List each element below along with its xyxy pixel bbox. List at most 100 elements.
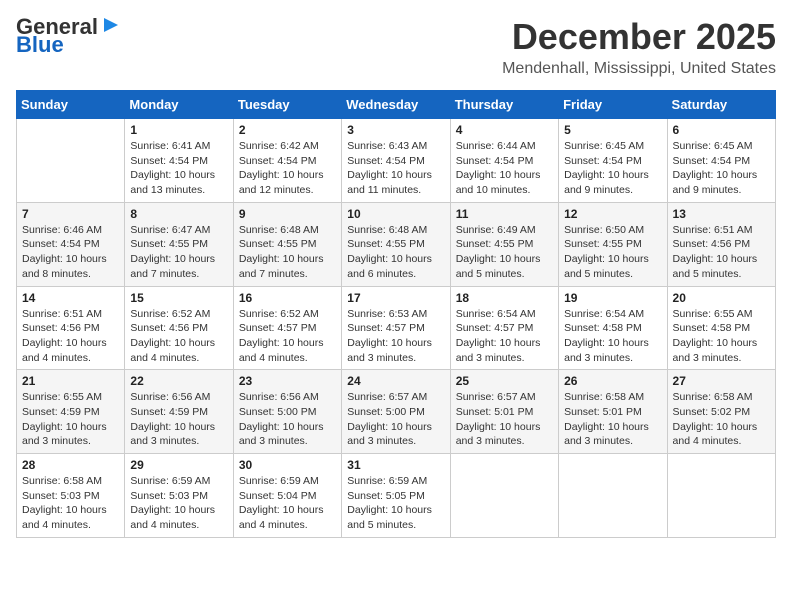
calendar-cell: 12Sunrise: 6:50 AM Sunset: 4:55 PM Dayli…	[559, 202, 667, 286]
calendar-cell: 25 Sunrise: 6:57 AM Sunset: 5:01 PM Dayli…	[450, 370, 558, 454]
day-info: Sunrise: 6:45 AM Sunset: 4:54 PM Dayligh…	[564, 139, 661, 198]
day-number: 26	[564, 374, 661, 388]
calendar-cell: 22 Sunrise: 6:56 AM Sunset: 4:59 PM Dayli…	[125, 370, 233, 454]
day-info: Sunrise: 6:49 AM Sunset: 4:55 PM Dayligh…	[456, 223, 553, 282]
day-info: Sunrise: 6:48 AM Sunset: 4:55 PM Dayligh…	[347, 223, 444, 282]
day-number: 14	[22, 291, 119, 305]
calendar-cell: 18 Sunrise: 6:54 AM Sunset: 4:57 PM Dayli…	[450, 286, 558, 370]
calendar-header-row: SundayMondayTuesdayWednesdayThursdayFrid…	[17, 91, 776, 119]
day-number: 8	[130, 207, 227, 221]
calendar-body: 1 Sunrise: 6:41 AM Sunset: 4:54 PM Daylig…	[17, 119, 776, 538]
calendar-cell: 23 Sunrise: 6:56 AM Sunset: 5:00 PM Dayli…	[233, 370, 341, 454]
day-number: 12	[564, 207, 661, 221]
day-info: Sunrise: 6:56 AM Sunset: 5:00 PM Dayligh…	[239, 390, 336, 449]
day-info: Sunrise: 6:55 AM Sunset: 4:58 PM Dayligh…	[673, 307, 770, 366]
logo-blue-text: Blue	[16, 34, 64, 56]
calendar-cell: 2 Sunrise: 6:42 AM Sunset: 4:54 PM Daylig…	[233, 119, 341, 203]
day-info: Sunrise: 6:52 AM Sunset: 4:56 PM Dayligh…	[130, 307, 227, 366]
day-of-week-header: Sunday	[17, 91, 125, 119]
day-number: 17	[347, 291, 444, 305]
calendar-cell: 29 Sunrise: 6:59 AM Sunset: 5:03 PM Dayli…	[125, 454, 233, 538]
calendar-week-row: 1 Sunrise: 6:41 AM Sunset: 4:54 PM Daylig…	[17, 119, 776, 203]
calendar-table: SundayMondayTuesdayWednesdayThursdayFrid…	[16, 90, 776, 538]
calendar-cell: 16Sunrise: 6:52 AM Sunset: 4:57 PM Dayli…	[233, 286, 341, 370]
day-of-week-header: Wednesday	[342, 91, 450, 119]
day-number: 30	[239, 458, 336, 472]
day-info: Sunrise: 6:54 AM Sunset: 4:57 PM Dayligh…	[456, 307, 553, 366]
day-info: Sunrise: 6:47 AM Sunset: 4:55 PM Dayligh…	[130, 223, 227, 282]
location-title: Mendenhall, Mississippi, United States	[502, 60, 776, 78]
calendar-cell: 7 Sunrise: 6:46 AM Sunset: 4:54 PM Daylig…	[17, 202, 125, 286]
calendar-week-row: 14 Sunrise: 6:51 AM Sunset: 4:56 PM Dayli…	[17, 286, 776, 370]
title-section: December 2025 Mendenhall, Mississippi, U…	[502, 16, 776, 78]
calendar-cell	[559, 454, 667, 538]
day-info: Sunrise: 6:43 AM Sunset: 4:54 PM Dayligh…	[347, 139, 444, 198]
day-number: 4	[456, 123, 553, 137]
calendar-cell: 5 Sunrise: 6:45 AM Sunset: 4:54 PM Daylig…	[559, 119, 667, 203]
calendar-cell: 24 Sunrise: 6:57 AM Sunset: 5:00 PM Dayli…	[342, 370, 450, 454]
calendar-cell: 3Sunrise: 6:43 AM Sunset: 4:54 PM Daylig…	[342, 119, 450, 203]
day-number: 9	[239, 207, 336, 221]
day-info: Sunrise: 6:48 AM Sunset: 4:55 PM Dayligh…	[239, 223, 336, 282]
logo-arrow-icon	[100, 14, 122, 36]
day-number: 7	[22, 207, 119, 221]
day-info: Sunrise: 6:41 AM Sunset: 4:54 PM Dayligh…	[130, 139, 227, 198]
day-info: Sunrise: 6:56 AM Sunset: 4:59 PM Dayligh…	[130, 390, 227, 449]
day-of-week-header: Monday	[125, 91, 233, 119]
day-number: 25	[456, 374, 553, 388]
day-number: 5	[564, 123, 661, 137]
day-number: 20	[673, 291, 770, 305]
day-number: 15	[130, 291, 227, 305]
calendar-cell: 17 Sunrise: 6:53 AM Sunset: 4:57 PM Dayli…	[342, 286, 450, 370]
calendar-cell: 11 Sunrise: 6:49 AM Sunset: 4:55 PM Dayli…	[450, 202, 558, 286]
day-number: 11	[456, 207, 553, 221]
day-info: Sunrise: 6:46 AM Sunset: 4:54 PM Dayligh…	[22, 223, 119, 282]
calendar-cell: 8 Sunrise: 6:47 AM Sunset: 4:55 PM Daylig…	[125, 202, 233, 286]
day-number: 24	[347, 374, 444, 388]
day-info: Sunrise: 6:45 AM Sunset: 4:54 PM Dayligh…	[673, 139, 770, 198]
calendar-cell: 19 Sunrise: 6:54 AM Sunset: 4:58 PM Dayli…	[559, 286, 667, 370]
day-number: 22	[130, 374, 227, 388]
calendar-cell: 10 Sunrise: 6:48 AM Sunset: 4:55 PM Dayli…	[342, 202, 450, 286]
day-info: Sunrise: 6:51 AM Sunset: 4:56 PM Dayligh…	[22, 307, 119, 366]
calendar-cell: 30Sunrise: 6:59 AM Sunset: 5:04 PM Dayli…	[233, 454, 341, 538]
calendar-cell: 14 Sunrise: 6:51 AM Sunset: 4:56 PM Dayli…	[17, 286, 125, 370]
day-info: Sunrise: 6:53 AM Sunset: 4:57 PM Dayligh…	[347, 307, 444, 366]
day-info: Sunrise: 6:42 AM Sunset: 4:54 PM Dayligh…	[239, 139, 336, 198]
day-number: 13	[673, 207, 770, 221]
day-info: Sunrise: 6:51 AM Sunset: 4:56 PM Dayligh…	[673, 223, 770, 282]
day-info: Sunrise: 6:58 AM Sunset: 5:03 PM Dayligh…	[22, 474, 119, 533]
day-of-week-header: Tuesday	[233, 91, 341, 119]
day-info: Sunrise: 6:57 AM Sunset: 5:00 PM Dayligh…	[347, 390, 444, 449]
day-number: 23	[239, 374, 336, 388]
calendar-week-row: 28Sunrise: 6:58 AM Sunset: 5:03 PM Dayli…	[17, 454, 776, 538]
day-info: Sunrise: 6:57 AM Sunset: 5:01 PM Dayligh…	[456, 390, 553, 449]
day-info: Sunrise: 6:58 AM Sunset: 5:02 PM Dayligh…	[673, 390, 770, 449]
calendar-week-row: 21Sunrise: 6:55 AM Sunset: 4:59 PM Dayli…	[17, 370, 776, 454]
day-number: 18	[456, 291, 553, 305]
day-info: Sunrise: 6:54 AM Sunset: 4:58 PM Dayligh…	[564, 307, 661, 366]
calendar-cell: 28Sunrise: 6:58 AM Sunset: 5:03 PM Dayli…	[17, 454, 125, 538]
day-number: 6	[673, 123, 770, 137]
day-number: 10	[347, 207, 444, 221]
calendar-cell: 4Sunrise: 6:44 AM Sunset: 4:54 PM Daylig…	[450, 119, 558, 203]
calendar-cell: 9 Sunrise: 6:48 AM Sunset: 4:55 PM Daylig…	[233, 202, 341, 286]
day-number: 1	[130, 123, 227, 137]
calendar-cell: 6 Sunrise: 6:45 AM Sunset: 4:54 PM Daylig…	[667, 119, 775, 203]
calendar-cell: 1 Sunrise: 6:41 AM Sunset: 4:54 PM Daylig…	[125, 119, 233, 203]
calendar-cell: 13 Sunrise: 6:51 AM Sunset: 4:56 PM Dayli…	[667, 202, 775, 286]
calendar-cell: 20 Sunrise: 6:55 AM Sunset: 4:58 PM Dayli…	[667, 286, 775, 370]
calendar-cell: 15 Sunrise: 6:52 AM Sunset: 4:56 PM Dayli…	[125, 286, 233, 370]
calendar-cell	[17, 119, 125, 203]
month-title: December 2025	[502, 16, 776, 58]
day-number: 19	[564, 291, 661, 305]
day-info: Sunrise: 6:59 AM Sunset: 5:03 PM Dayligh…	[130, 474, 227, 533]
day-number: 31	[347, 458, 444, 472]
day-number: 29	[130, 458, 227, 472]
day-of-week-header: Saturday	[667, 91, 775, 119]
day-number: 16	[239, 291, 336, 305]
calendar-cell: 31Sunrise: 6:59 AM Sunset: 5:05 PM Dayli…	[342, 454, 450, 538]
day-number: 2	[239, 123, 336, 137]
day-of-week-header: Friday	[559, 91, 667, 119]
calendar-cell: 27Sunrise: 6:58 AM Sunset: 5:02 PM Dayli…	[667, 370, 775, 454]
